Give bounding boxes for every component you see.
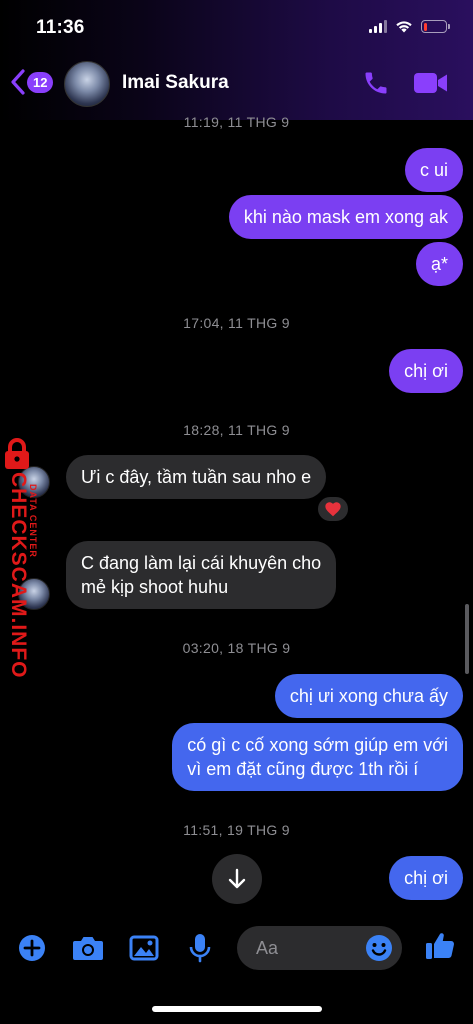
camera-button[interactable] xyxy=(72,935,104,966)
voice-call-button[interactable] xyxy=(362,69,390,102)
phone-icon xyxy=(365,72,387,94)
message-line: có gì c cố xong sớm giúp em với xyxy=(187,735,448,755)
status-time: 11:36 xyxy=(36,17,85,38)
outgoing-message[interactable]: chị ơi xyxy=(389,349,463,393)
message-composer xyxy=(0,920,473,980)
outgoing-message[interactable]: ạ* xyxy=(415,242,463,286)
outgoing-message[interactable]: khi nào mask em xong ak xyxy=(228,195,463,239)
timestamp: 03:20, 18 THG 9 xyxy=(182,640,291,656)
timestamp: 17:04, 11 THG 9 xyxy=(183,315,290,331)
video-camera-icon xyxy=(414,73,447,93)
battery-level xyxy=(423,22,427,31)
status-bar: 11:36 xyxy=(0,0,473,56)
like-button[interactable] xyxy=(424,930,456,967)
microphone-icon xyxy=(189,934,211,963)
arrow-down-icon xyxy=(228,868,246,889)
heart-icon xyxy=(325,502,341,517)
video-call-button[interactable] xyxy=(413,71,449,100)
back-chevron-icon xyxy=(11,69,25,95)
smiley-icon xyxy=(366,935,392,961)
message-line: C đang làm lại cái khuyên cho xyxy=(81,553,322,573)
image-icon xyxy=(129,935,159,961)
gallery-button[interactable] xyxy=(129,935,159,966)
status-icons xyxy=(369,20,450,33)
voice-message-button[interactable] xyxy=(189,933,211,968)
cellular-signal-icon xyxy=(369,20,387,33)
battery-icon xyxy=(421,20,450,33)
outgoing-message[interactable]: chị ơi xyxy=(389,856,463,900)
watermark: CHECKSCAM.INFO DATA CENTER xyxy=(0,438,48,679)
watermark-sub-text: DATA CENTER xyxy=(28,484,38,558)
contact-avatar[interactable] xyxy=(64,61,110,107)
timestamp: 18:28, 11 THG 9 xyxy=(183,422,290,438)
home-indicator xyxy=(152,1006,322,1012)
message-list[interactable]: 11:19, 11 THG 9 c ui khi nào mask em xon… xyxy=(0,112,473,920)
outgoing-message[interactable]: có gì c cố xong sớm giúp em với vì em đặ… xyxy=(172,723,463,791)
message-line: vì em đặt cũng được 1th rồi í xyxy=(187,759,419,779)
message-line: mẻ kịp shoot huhu xyxy=(81,577,229,597)
contact-name[interactable]: Imai Sakura xyxy=(122,72,229,94)
incoming-message[interactable]: C đang làm lại cái khuyên cho mẻ kịp sho… xyxy=(66,541,337,609)
outgoing-message[interactable]: chị ưi xong chưa ấy xyxy=(274,674,463,718)
camera-icon xyxy=(73,937,103,960)
plus-icon xyxy=(19,935,45,961)
scroll-to-bottom-button[interactable] xyxy=(212,854,262,904)
timestamp: 11:51, 19 THG 9 xyxy=(183,822,290,838)
unread-count-badge: 12 xyxy=(27,71,54,93)
timestamp: 11:19, 11 THG 9 xyxy=(183,114,290,130)
lock-icon xyxy=(5,438,29,469)
outgoing-message[interactable]: c ui xyxy=(404,148,463,192)
emoji-button[interactable] xyxy=(365,934,393,967)
wifi-icon xyxy=(396,21,412,33)
chat-header: 12 Imai Sakura xyxy=(0,56,473,112)
more-actions-button[interactable] xyxy=(18,934,46,967)
scrollbar[interactable] xyxy=(465,604,469,674)
watermark-main-text: CHECKSCAM.INFO xyxy=(7,472,30,679)
back-button[interactable]: 12 xyxy=(10,68,54,96)
incoming-message[interactable]: Ưi c đây, tầm tuần sau nho e xyxy=(66,455,327,499)
thumbs-up-icon xyxy=(426,933,455,959)
message-reaction[interactable] xyxy=(316,495,350,523)
